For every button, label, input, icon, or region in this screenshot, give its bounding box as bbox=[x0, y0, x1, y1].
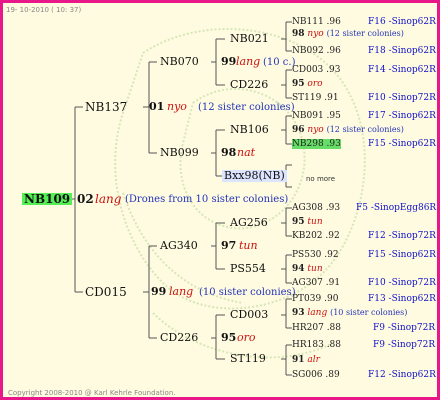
gen2-a-id[interactable]: NB070 bbox=[160, 56, 199, 68]
gen3-a1-id[interactable]: NB021 bbox=[230, 33, 269, 45]
gen4-row[interactable]: PS530 .92 bbox=[292, 249, 339, 261]
gen4-row[interactable]: NB092 .96 bbox=[292, 45, 341, 57]
root-id[interactable]: NB109 bbox=[22, 193, 73, 205]
pedigree-frame: 19- 10-2010 ( 10: 37) NB109 02 lang (Dro… bbox=[0, 0, 440, 400]
gen4-sire: F16 -Sinop62R bbox=[368, 17, 436, 27]
date-stamp: 19- 10-2010 ( 10: 37) bbox=[6, 6, 82, 14]
gen2-c-num: 97 bbox=[221, 239, 237, 252]
root-note: (Drones from 10 sister colonies) bbox=[125, 194, 289, 205]
gen2-b-id[interactable]: NB099 bbox=[160, 147, 199, 159]
gen2-a-race: lang bbox=[236, 55, 261, 68]
gen4-row[interactable]: KB202 .92 bbox=[292, 230, 340, 242]
gen4-sire: F15 -Sinop62R bbox=[368, 250, 436, 260]
gen1-bottom-num: 99 bbox=[151, 285, 167, 298]
gen4-sire: F12 -Sinop62R bbox=[368, 370, 436, 380]
gen1-top-num: 01 bbox=[149, 100, 165, 113]
gen3-d1-id[interactable]: CD003 bbox=[230, 309, 268, 321]
gen1-top-id[interactable]: NB137 bbox=[85, 101, 127, 113]
gen2-a-note: (10 c.) bbox=[263, 57, 296, 68]
gen1-bottom-note: (10 sister colonies) bbox=[199, 287, 296, 298]
gen4-mating: 96 nyo (12 sister colonies) bbox=[292, 125, 404, 135]
root-race: lang bbox=[95, 192, 122, 206]
gen4-sire: F15 -Sinop62R bbox=[368, 139, 436, 149]
gen4-mating: 98 nyo (12 sister colonies) bbox=[292, 29, 404, 39]
gen4-mating: 93 lang (10 sister colonies) bbox=[292, 308, 408, 318]
gen2-c-id[interactable]: AG340 bbox=[160, 240, 198, 252]
no-more-label: no more bbox=[306, 175, 336, 183]
gen4-sire: F5 -SinopEgg86R bbox=[356, 203, 437, 213]
gen3-c1-id[interactable]: AG256 bbox=[230, 217, 268, 229]
gen4-row[interactable]: AG307 .91 bbox=[292, 277, 340, 289]
gen3-b1-id[interactable]: NB106 bbox=[230, 124, 269, 136]
gen1-bottom-id[interactable]: CD015 bbox=[85, 286, 127, 298]
gen3-b2-id[interactable]: Bxx98(NB) bbox=[222, 170, 287, 182]
gen2-b-num: 98 bbox=[221, 146, 237, 159]
gen4-sire: F10 -Sinop72R bbox=[368, 93, 436, 103]
gen4-row[interactable]: NB298 .93 bbox=[292, 138, 341, 150]
gen2-d-race: oro bbox=[237, 331, 256, 344]
gen2-c-race: tun bbox=[239, 239, 258, 252]
gen4-row[interactable]: HR207 .88 bbox=[292, 322, 341, 334]
gen4-sire: F9 -Sinop72R bbox=[373, 340, 436, 350]
gen3-a2-id[interactable]: CD226 bbox=[230, 79, 268, 91]
gen4-sire: F10 -Sinop72R bbox=[368, 278, 436, 288]
gen4-row[interactable]: CD003 .93 bbox=[292, 64, 340, 76]
gen4-sire: F13 -Sinop62R bbox=[368, 294, 436, 304]
gen4-sire: F12 -Sinop72R bbox=[368, 231, 436, 241]
gen2-d-num: 95 bbox=[221, 331, 237, 344]
gen4-row[interactable]: NB091 .95 bbox=[292, 110, 341, 122]
gen2-a-num: 99 bbox=[221, 55, 237, 68]
gen3-d2-id[interactable]: ST119 bbox=[230, 353, 266, 365]
gen4-sire: F18 -Sinop62R bbox=[368, 46, 436, 56]
gen4-mating: 95 tun bbox=[292, 217, 323, 227]
gen4-sire: F17 -Sinop62R bbox=[368, 111, 436, 121]
gen4-row[interactable]: AG308 .93 bbox=[292, 202, 340, 214]
gen4-mating: 95 oro bbox=[292, 79, 323, 89]
gen4-row[interactable]: ST119 .91 bbox=[292, 92, 339, 104]
gen4-row[interactable]: NB111 .96 bbox=[292, 16, 341, 28]
gen4-row[interactable]: HR183 .88 bbox=[292, 339, 341, 351]
gen4-sire: F9 -Sinop72R bbox=[373, 323, 436, 333]
gen4-sire: F14 -Sinop62R bbox=[368, 65, 436, 75]
gen1-bottom-race: lang bbox=[169, 285, 194, 298]
gen4-mating: 94 tun bbox=[292, 264, 323, 274]
gen4-row[interactable]: SG006 .89 bbox=[292, 369, 340, 381]
gen3-c2-id[interactable]: PS554 bbox=[230, 263, 266, 275]
copyright-footer: Copyright 2008-2010 @ Karl Kehrle Founda… bbox=[8, 389, 176, 397]
gen4-mating: 91 alr bbox=[292, 355, 320, 365]
gen2-d-id[interactable]: CD226 bbox=[160, 332, 198, 344]
gen2-b-race: nat bbox=[237, 146, 256, 159]
root-num: 02 bbox=[77, 192, 94, 206]
gen1-top-race: nyo bbox=[167, 100, 187, 113]
gen1-top-note: (12 sister colonies) bbox=[198, 102, 295, 113]
gen4-row[interactable]: PT039 .90 bbox=[292, 293, 338, 305]
